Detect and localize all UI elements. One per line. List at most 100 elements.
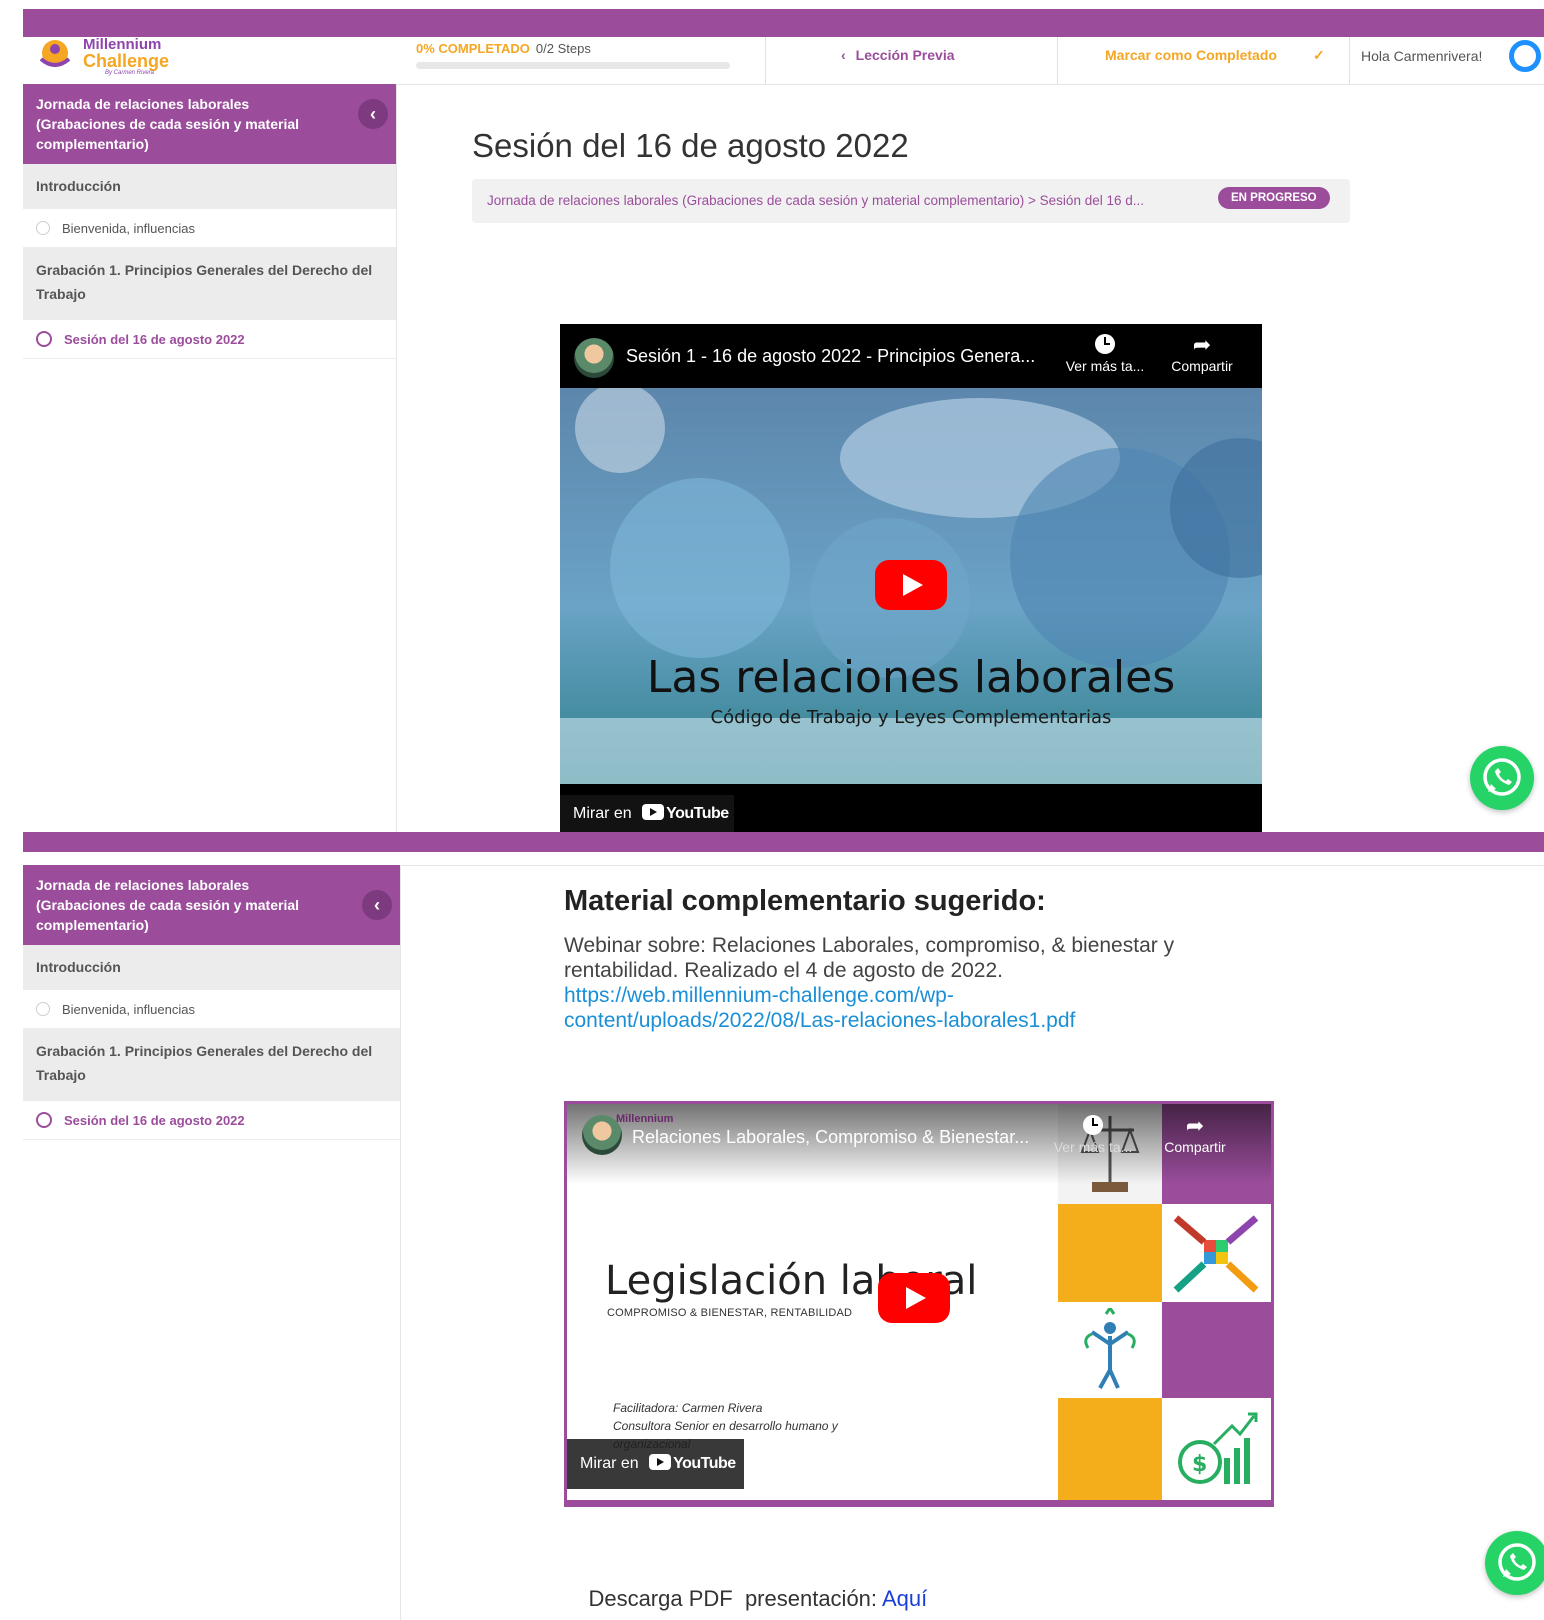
share-icon: ➦ <box>1185 1113 1205 1138</box>
clock-icon <box>1095 334 1115 354</box>
screenshot-panel-top: Millennium Challenge By Carmen Rivera 0%… <box>23 9 1544 832</box>
whatsapp-chat-button[interactable] <box>1470 746 1534 810</box>
video-title[interactable]: Sesión 1 - 16 de agosto 2022 - Principio… <box>626 346 1035 367</box>
download-label: Descarga PDF presentación: <box>588 1586 878 1611</box>
share-label: Compartir <box>1164 1139 1226 1155</box>
watch-on-label: Mirar en <box>573 805 632 822</box>
check-icon: ✓ <box>1312 47 1325 63</box>
play-button[interactable] <box>878 1273 950 1323</box>
sidebar-lesson-item[interactable]: Bienvenida, influencias <box>23 209 396 248</box>
sidebar-section-header[interactable]: Introducción <box>23 945 400 990</box>
sidebar-lesson-label: Bienvenida, influencias <box>62 1001 195 1017</box>
lesson-status-icon <box>36 1112 52 1128</box>
video-title[interactable]: Relaciones Laborales, Compromiso & Biene… <box>632 1127 1029 1148</box>
sidebar-course-header: Jornada de relaciones laborales (Grabaci… <box>23 84 396 164</box>
svg-text:$: $ <box>1192 1452 1207 1477</box>
download-link[interactable]: Aquí <box>882 1586 927 1611</box>
wellbeing-person-icon <box>1084 1308 1136 1389</box>
share-icon: ➦ <box>1192 332 1212 357</box>
sidebar-lesson-item-current[interactable]: Sesión del 16 de agosto 2022 <box>23 1101 400 1140</box>
channel-avatar[interactable] <box>574 338 614 378</box>
watch-later-label: Ver más ta... <box>1053 1139 1133 1155</box>
youtube-wordmark: YouTube <box>673 1455 736 1472</box>
youtube-wordmark: YouTube <box>666 805 729 822</box>
chevron-left-icon: ‹ <box>370 104 376 124</box>
sidebar-collapse-button[interactable]: ‹ <box>358 99 388 129</box>
logo-mark-icon <box>39 40 71 67</box>
lesson-status-icon <box>36 331 52 347</box>
previous-lesson-label: Lección Previa <box>855 47 955 63</box>
sidebar-lesson-label: Sesión del 16 de agosto 2022 <box>64 331 245 347</box>
thumbnail-title: Las relaciones laborales <box>646 652 1176 703</box>
watch-later-button[interactable]: Ver más ta... <box>1062 334 1148 374</box>
sidebar-section-header[interactable]: Introducción <box>23 164 396 209</box>
material-description: Webinar sobre: Relaciones Laborales, com… <box>564 934 1175 982</box>
slide-subtitle: COMPROMISO & BIENESTAR, RENTABILIDAD <box>607 1307 853 1319</box>
watch-on-youtube-button[interactable]: Mirar en YouTube <box>567 1439 744 1489</box>
watch-later-label: Ver más ta... <box>1065 358 1145 374</box>
mark-complete-label: Marcar como Completado <box>1105 47 1277 63</box>
previous-lesson-link[interactable]: ‹ Lección Previa <box>841 47 955 63</box>
facilitator-role-line1: Consultora Senior en desarrollo humano y <box>613 1419 838 1433</box>
logo-line2: Challenge <box>83 51 170 71</box>
header-divider <box>1057 37 1058 84</box>
course-progress: 0% COMPLETADO 0/2 Steps <box>416 40 736 69</box>
admin-bar <box>23 832 1544 852</box>
sidebar-lesson-item[interactable]: Bienvenida, influencias <box>23 990 400 1029</box>
user-greeting[interactable]: Hola Carmenrivera! <box>1361 48 1482 64</box>
mark-complete-button[interactable]: Marcar como Completado ✓ <box>1105 47 1325 64</box>
header-divider <box>765 37 766 84</box>
sidebar-collapse-button[interactable]: ‹ <box>362 890 392 920</box>
whatsapp-chat-button[interactable] <box>1485 1531 1544 1595</box>
sidebar-course-header: Jornada de relaciones laborales (Grabaci… <box>23 865 400 945</box>
channel-name: Millennium <box>616 1113 674 1125</box>
course-sidebar: Jornada de relaciones laborales (Grabaci… <box>23 84 397 832</box>
download-row: Descarga PDF presentación: Aquí <box>564 1560 927 1620</box>
sidebar-lesson-label: Bienvenida, influencias <box>62 220 195 236</box>
video-top-bar: Sesión 1 - 16 de agosto 2022 - Principio… <box>560 324 1262 388</box>
power-icon[interactable] <box>1509 40 1541 72</box>
sidebar-section-title: Introducción <box>36 959 121 975</box>
share-label: Compartir <box>1171 358 1233 374</box>
admin-bar <box>23 9 1544 37</box>
facilitator-name: Facilitadora: Carmen Rivera <box>613 1401 763 1415</box>
status-badge: EN PROGRESO <box>1218 187 1330 209</box>
whatsapp-icon <box>1498 1543 1536 1581</box>
sidebar-section-title: Grabación 1. Principios Generales del De… <box>36 1043 373 1083</box>
sidebar-section-header[interactable]: Grabación 1. Principios Generales del De… <box>23 248 396 320</box>
thumbnail-subtitle: Código de Trabajo y Leyes Complementaria… <box>710 707 1112 728</box>
share-button[interactable]: ➦ Compartir <box>1162 332 1242 375</box>
share-button[interactable]: ➦ Compartir <box>1152 1113 1238 1156</box>
sidebar-course-title: Jornada de relaciones laborales (Grabaci… <box>36 877 300 933</box>
play-button[interactable] <box>875 560 947 610</box>
sidebar-section-title: Grabación 1. Principios Generales del De… <box>36 262 373 302</box>
youtube-logo-icon: YouTube <box>642 795 729 832</box>
youtube-video-player-webinar[interactable]: $ Legislación laboral COMPROMISO & BIENE… <box>564 1101 1274 1507</box>
header-divider <box>1349 37 1350 84</box>
whatsapp-icon <box>1483 758 1521 796</box>
sidebar-section-header[interactable]: Grabación 1. Principios Generales del De… <box>23 1029 400 1101</box>
breadcrumb[interactable]: Jornada de relaciones laborales (Grabaci… <box>487 193 1144 208</box>
sidebar-lesson-item-current[interactable]: Sesión del 16 de agosto 2022 <box>23 320 396 359</box>
sidebar-lesson-label: Sesión del 16 de agosto 2022 <box>64 1112 245 1128</box>
lesson-status-icon <box>36 221 50 235</box>
chevron-left-icon: ‹ <box>374 895 380 915</box>
progress-steps: 0/2 Steps <box>535 41 591 56</box>
money-growth-icon: $ <box>1178 1412 1258 1484</box>
watch-on-label: Mirar en <box>580 1455 639 1472</box>
progress-bar <box>416 62 730 69</box>
site-logo[interactable]: Millennium Challenge By Carmen Rivera <box>35 37 195 77</box>
puzzle-hands-icon <box>1173 1215 1259 1293</box>
watch-later-button[interactable]: Ver más ta... <box>1050 1115 1136 1155</box>
chevron-left-icon: ‹ <box>841 47 846 63</box>
focus-header-remnant <box>23 852 1544 866</box>
youtube-video-player[interactable]: Sesión 1 - 16 de agosto 2022 - Principio… <box>560 324 1262 832</box>
material-link-line2: content/uploads/2022/08/Las-relaciones-l… <box>564 1009 1076 1032</box>
sidebar-section-title: Introducción <box>36 178 121 194</box>
material-pdf-link[interactable]: https://web.millennium-challenge.com/wp-… <box>564 983 1075 1033</box>
youtube-logo-icon: YouTube <box>649 1439 736 1489</box>
watch-on-youtube-button[interactable]: Mirar en YouTube <box>560 795 734 832</box>
material-link-line1: https://web.millennium-challenge.com/wp- <box>564 984 954 1007</box>
lesson-title: Sesión del 16 de agosto 2022 <box>472 127 909 164</box>
sidebar-course-title: Jornada de relaciones laborales (Grabaci… <box>36 96 300 152</box>
